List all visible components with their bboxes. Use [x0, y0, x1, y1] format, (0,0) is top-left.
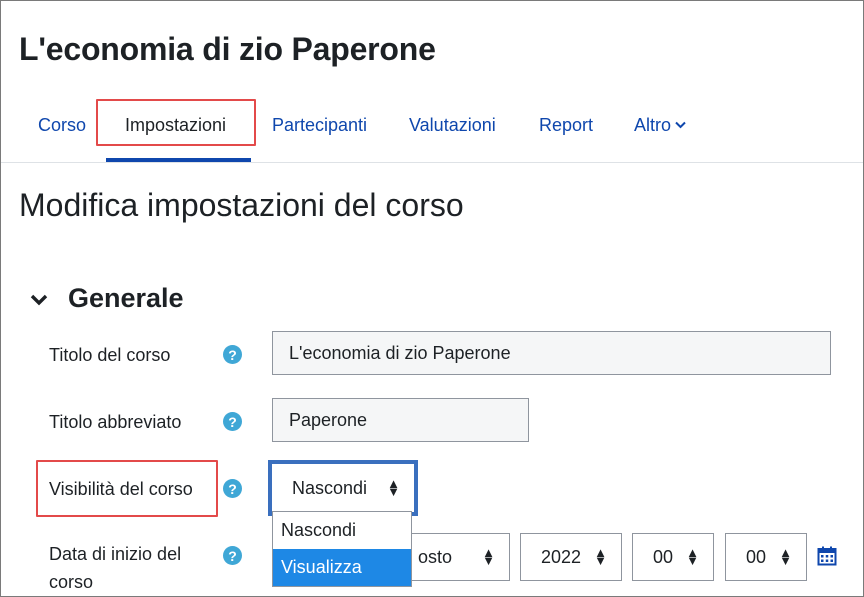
section-title: Generale — [68, 283, 184, 313]
chevron-down-icon — [30, 294, 48, 306]
visibility-dropdown-list: Nascondi Visualizza — [272, 511, 412, 587]
tab-highlight-annotation — [96, 99, 256, 146]
tab-corso[interactable]: Corso — [38, 115, 86, 136]
question-circle-icon[interactable]: ? — [223, 412, 242, 431]
startdate-label-line1: Data di inizio del — [49, 544, 182, 564]
course-title: L'economia di zio Paperone — [19, 31, 436, 67]
sort-arrows-icon: ▲ ▼ — [779, 545, 792, 568]
startdate-label: Data di inizio del corso — [49, 540, 181, 596]
startdate-month-value: osto — [418, 546, 453, 567]
question-circle-icon[interactable]: ? — [223, 546, 242, 565]
tab-valutazioni[interactable]: Valutazioni — [409, 115, 496, 136]
page-heading: Modifica impostazioni del corso — [19, 187, 464, 223]
fullname-input[interactable]: L'economia di zio Paperone — [272, 331, 831, 375]
visibility-option-nascondi[interactable]: Nascondi — [273, 512, 411, 549]
tab-altro-label: Altro — [634, 115, 672, 135]
sort-arrows-icon: ▲ ▼ — [387, 476, 400, 499]
question-circle-icon[interactable]: ? — [223, 345, 242, 364]
startdate-hour-select[interactable]: 00 ▲ ▼ — [632, 533, 714, 581]
startdate-hour-value: 00 — [653, 546, 674, 567]
startdate-year-select[interactable]: 2022 ▲ ▼ — [520, 533, 622, 581]
tab-partecipanti[interactable]: Partecipanti — [272, 115, 367, 136]
tab-report[interactable]: Report — [539, 115, 593, 136]
tab-altro[interactable]: Altro — [634, 115, 686, 136]
sort-arrows-icon: ▲ ▼ — [594, 545, 607, 568]
startdate-minute-select[interactable]: 00 ▲ ▼ — [725, 533, 807, 581]
visibility-select-value: Nascondi — [292, 477, 368, 498]
page-frame: L'economia di zio Paperone Corso Imposta… — [0, 0, 864, 597]
calendar-icon[interactable] — [817, 546, 837, 566]
question-circle-icon[interactable]: ? — [223, 479, 242, 498]
fullname-label: Titolo del corso — [49, 345, 171, 365]
shortname-input[interactable]: Paperone — [272, 398, 529, 442]
shortname-label: Titolo abbreviato — [49, 412, 182, 432]
visibility-option-visualizza[interactable]: Visualizza — [273, 549, 411, 586]
visibility-label: Visibilità del corso — [49, 479, 193, 499]
chevron-down-icon — [675, 118, 686, 132]
startdate-label-line2: corso — [49, 572, 94, 592]
startdate-minute-value: 00 — [746, 546, 767, 567]
sort-arrows-icon: ▲ ▼ — [686, 545, 699, 568]
visibility-select[interactable]: Nascondi ▲ ▼ — [268, 460, 418, 516]
active-tab-indicator — [106, 158, 251, 162]
startdate-year-value: 2022 — [541, 546, 582, 567]
sort-arrows-icon: ▲ ▼ — [482, 545, 495, 568]
section-collapse-toggle[interactable] — [27, 283, 51, 317]
